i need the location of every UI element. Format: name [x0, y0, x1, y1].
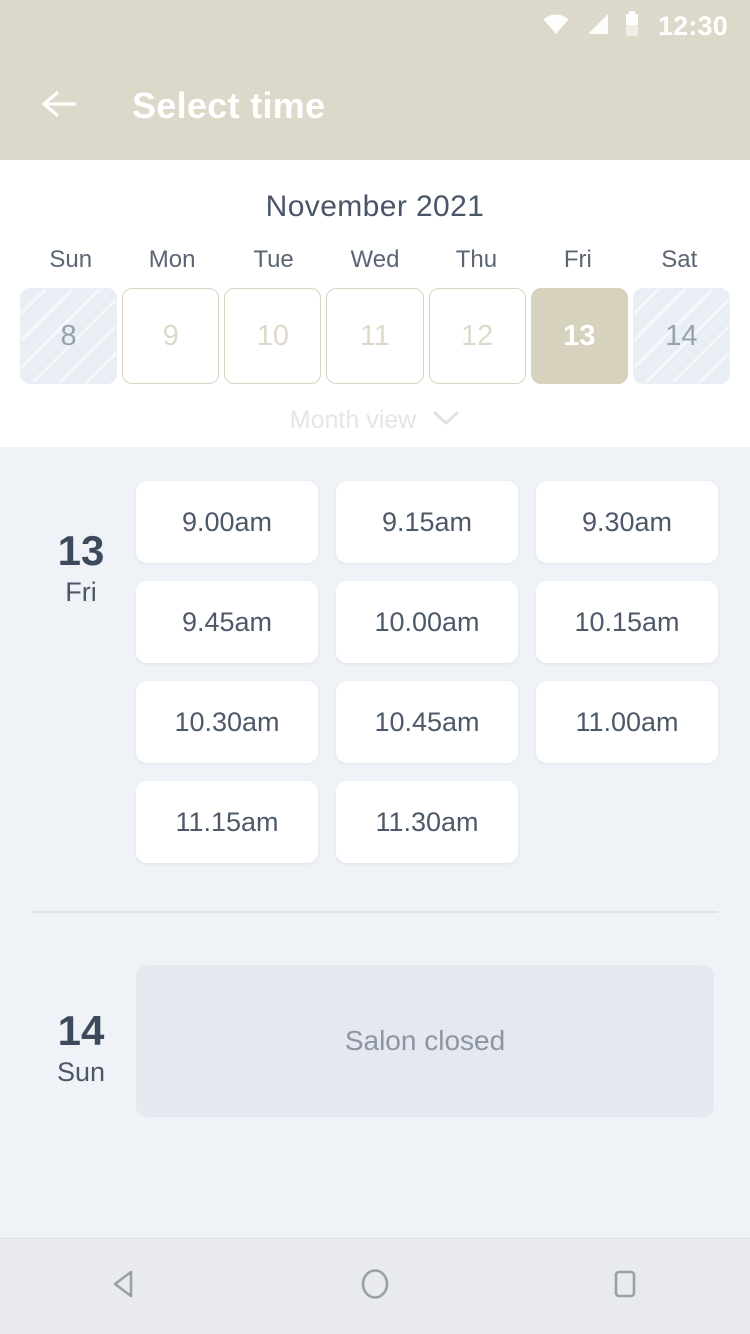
calendar-month-title: November 2021: [265, 190, 485, 223]
time-slot[interactable]: 9.15am: [336, 481, 518, 563]
weekday-label: Wed: [350, 246, 400, 273]
time-slot-grid: 9.00am 9.15am 9.30am 9.45am 10.00am 10.1…: [136, 481, 718, 863]
month-view-toggle[interactable]: Month view: [0, 406, 750, 435]
calendar-date-9[interactable]: 9: [122, 288, 220, 384]
day-of-week: Sun: [56, 1057, 106, 1088]
status-bar-time: 12:30: [657, 10, 728, 41]
status-bar: 12:30: [0, 0, 750, 52]
day-section-14: 14 Sun Salon closed: [0, 965, 750, 1117]
chevron-down-icon: [432, 409, 460, 432]
time-slot[interactable]: 11.30am: [336, 781, 518, 863]
calendar-date-12[interactable]: 12: [428, 288, 526, 384]
weekday-label: Sat: [661, 246, 698, 273]
calendar-date-8[interactable]: 8: [20, 288, 118, 384]
calendar-date-13[interactable]: 13: [530, 288, 628, 384]
time-slot[interactable]: 9.00am: [136, 481, 318, 563]
wifi-icon: [542, 13, 570, 40]
back-button[interactable]: [32, 79, 86, 133]
time-slots-body: 13 Fri 9.00am 9.15am 9.30am 9.45am 10.00…: [0, 447, 750, 1117]
page-title: Select time: [132, 85, 326, 126]
battery-icon: [624, 10, 640, 42]
weekday-header-row: Sun Mon Tue Wed Thu Fri Sat: [0, 246, 750, 274]
back-arrow-icon: [40, 89, 78, 124]
calendar-panel: November 2021 Sun Mon Tue Wed Thu Fri Sa…: [0, 160, 750, 447]
nav-back-icon: [105, 1264, 145, 1309]
time-slot[interactable]: 11.00am: [536, 681, 718, 763]
nav-home-button[interactable]: [327, 1239, 423, 1334]
weekday-label: Thu: [455, 246, 498, 273]
nav-recents-icon: [605, 1264, 645, 1309]
time-slot[interactable]: 10.15am: [536, 581, 718, 663]
day-of-week: Fri: [65, 577, 97, 608]
weekday-label: Tue: [253, 246, 294, 273]
day-label-group: 14 Sun: [26, 965, 136, 1117]
section-divider: [32, 911, 718, 913]
nav-home-icon: [355, 1264, 395, 1309]
salon-closed-panel: Salon closed: [136, 965, 714, 1117]
android-navigation-bar: [0, 1238, 750, 1334]
calendar-date-row: 8 9 10 11 12 13 14: [0, 288, 750, 384]
weekday-label: Mon: [148, 246, 196, 273]
nav-recents-button[interactable]: [577, 1239, 673, 1334]
day-number: 13: [57, 527, 105, 574]
time-slot[interactable]: 9.45am: [136, 581, 318, 663]
weekday-label: Sun: [49, 246, 93, 273]
time-slot[interactable]: 10.00am: [336, 581, 518, 663]
time-slot[interactable]: 11.15am: [136, 781, 318, 863]
time-slot[interactable]: 9.30am: [536, 481, 718, 563]
calendar-date-11[interactable]: 11: [326, 288, 424, 384]
calendar-date-10[interactable]: 10: [224, 288, 322, 384]
weekday-label: Fri: [563, 246, 592, 273]
day-label-group: 13 Fri: [26, 481, 136, 863]
cellular-signal-icon: [584, 13, 610, 40]
day-section-13: 13 Fri 9.00am 9.15am 9.30am 9.45am 10.00…: [0, 481, 750, 863]
day-number: 14: [57, 1007, 105, 1054]
app-bar: Select time: [0, 52, 750, 160]
nav-back-button[interactable]: [77, 1239, 173, 1334]
month-view-label: Month view: [289, 406, 417, 434]
time-slot[interactable]: 10.30am: [136, 681, 318, 763]
calendar-date-14[interactable]: 14: [632, 288, 730, 384]
time-slot[interactable]: 10.45am: [336, 681, 518, 763]
